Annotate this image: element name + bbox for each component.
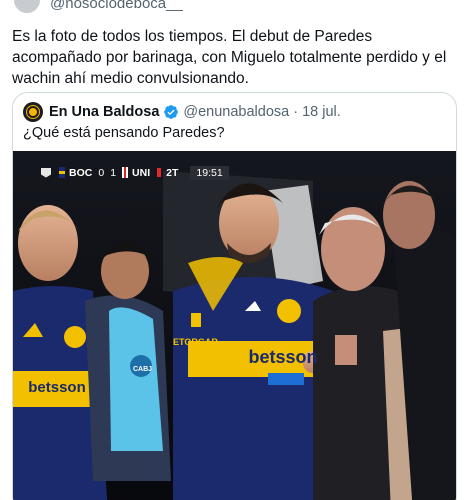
tweet-text: Es la foto de todos los tiempos. El debu… <box>12 28 447 87</box>
quoted-handle[interactable]: @enunabaldosa <box>183 104 289 120</box>
scorebug-away-score: 1 <box>110 166 117 179</box>
photo-scene <box>13 151 456 500</box>
card-icon <box>157 168 162 177</box>
quoted-avatar <box>23 102 43 122</box>
author-handle[interactable]: @nosociodeboca__ <box>50 0 183 12</box>
scorebug-away-team: UNI <box>132 166 151 179</box>
kid-badge-text: CABJ <box>133 366 153 373</box>
quoted-text: ¿Qué está pensando Paredes? <box>23 125 225 141</box>
scorebug-home-score: 0 <box>98 166 105 179</box>
shirt-brand-text: ETORGAR <box>173 337 218 347</box>
quoted-date[interactable]: 18 jul. <box>302 104 341 120</box>
scorebug-home-team: BOC <box>69 166 93 179</box>
scorebug-clock: 19:51 <box>190 165 229 180</box>
quoted-display-name: En Una Baldosa <box>49 104 160 120</box>
scorebug: BOC 0 1 UNI 2T 19:51 <box>41 165 229 180</box>
league-logo-icon <box>41 167 51 178</box>
quoted-header: En Una Baldosa @enunabaldosa · 18 jul. <box>23 102 341 122</box>
match-photo[interactable]: BOC 0 1 UNI 2T 19:51 betsson betsson ETO… <box>13 151 456 500</box>
center-shirt-sponsor: betsson <box>248 347 318 367</box>
verified-badge-icon <box>164 105 179 119</box>
scorebug-period: 2T <box>166 166 179 179</box>
quoted-tweet-card[interactable]: En Una Baldosa @enunabaldosa · 18 jul. ¿… <box>12 92 457 500</box>
author-avatar[interactable] <box>12 0 42 15</box>
boca-color-icon <box>59 167 65 178</box>
left-shirt-sponsor: betsson <box>28 379 86 396</box>
tweet-author-row: @nosociodeboca__ <box>12 0 183 15</box>
union-color-icon <box>122 167 129 178</box>
meta-separator: · <box>293 104 299 120</box>
